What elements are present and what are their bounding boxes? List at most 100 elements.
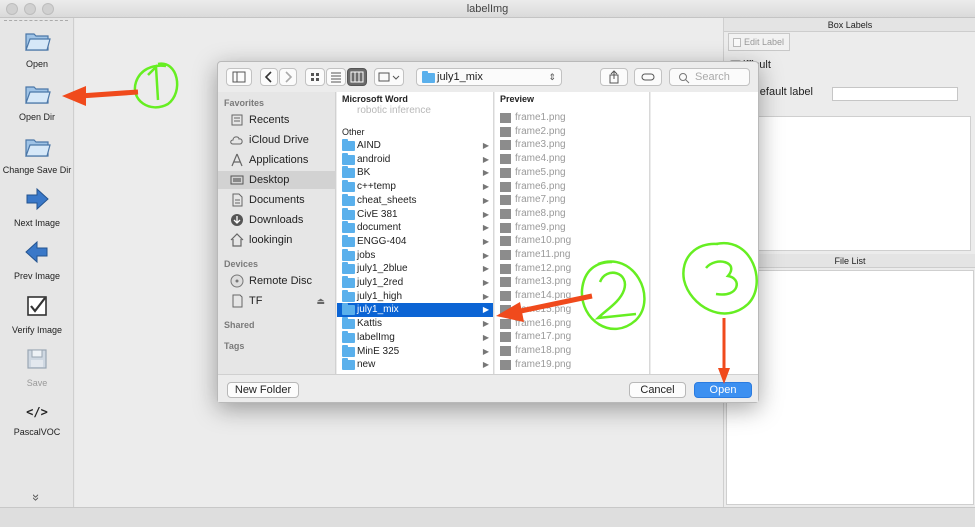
folder-row[interactable]: cheat_sheets ▶: [337, 193, 493, 208]
folder-column[interactable]: Microsoft Word robotic inference Other A…: [337, 92, 494, 374]
folder-row[interactable]: july1_2blue ▶: [337, 262, 493, 276]
files-column[interactable]: Preview frame1.png frame2.png frame3.png fr…: [495, 92, 650, 374]
file-row[interactable]: frame12.png: [495, 262, 571, 276]
folder-row[interactable]: android ▶: [337, 152, 493, 167]
folder-row[interactable]: CivE 381 ▶: [337, 207, 493, 222]
file-row[interactable]: frame19.png: [495, 358, 571, 372]
save-button[interactable]: Save: [0, 345, 74, 388]
icon-view-button[interactable]: [305, 68, 325, 86]
tag-button[interactable]: [634, 68, 662, 86]
file-row[interactable]: frame2.png: [495, 125, 566, 139]
folder-icon: [342, 262, 355, 275]
columns-icon: [350, 71, 364, 83]
pascalvoc-button[interactable]: </> PascalVOC: [0, 402, 74, 437]
share-button[interactable]: [600, 68, 628, 86]
folder-row[interactable]: ENGG-404 ▶: [337, 234, 493, 249]
open-button-dialog[interactable]: Open: [694, 382, 752, 398]
folder-row[interactable]: july1_high ▶: [337, 289, 493, 304]
file-row[interactable]: frame5.png: [495, 166, 566, 180]
folder-row[interactable]: new ▶: [337, 358, 493, 372]
folder-row[interactable]: AIND ▶: [337, 139, 493, 153]
chevron-double-down-icon: »: [29, 493, 45, 502]
close-window-button[interactable]: [6, 3, 18, 15]
file-row[interactable]: frame15.png: [495, 303, 571, 317]
folder-icon: [342, 139, 355, 151]
folder-icon: [342, 358, 355, 371]
toolbar-more-button[interactable]: »: [0, 490, 74, 505]
file-row[interactable]: frame17.png: [495, 330, 571, 344]
open-dir-button[interactable]: Open Dir: [0, 79, 74, 122]
next-image-button[interactable]: Next Image: [0, 185, 74, 228]
search-field[interactable]: Search: [669, 68, 750, 86]
faded-item-label: robotic inference: [357, 105, 431, 116]
folder-row[interactable]: document ▶: [337, 221, 493, 235]
file-row[interactable]: frame3.png: [495, 138, 566, 152]
file-row-label: frame9.png: [515, 221, 566, 233]
cancel-button[interactable]: Cancel: [629, 382, 686, 398]
folder-row[interactable]: july1_2red ▶: [337, 276, 493, 290]
edit-label-button[interactable]: Edit Label: [728, 33, 790, 51]
folder-row[interactable]: MinE 325 ▶: [337, 344, 493, 359]
folder-row[interactable]: labelImg ▶: [337, 330, 493, 345]
file-row[interactable]: frame10.png: [495, 234, 571, 248]
folder-row[interactable]: Kattis ▶: [337, 317, 493, 331]
folder-icon: [342, 289, 355, 302]
code-tag-icon: </>: [26, 405, 48, 419]
file-row[interactable]: frame9.png: [495, 221, 566, 235]
empty-column[interactable]: [651, 92, 758, 374]
chevron-right-icon: ▶: [482, 264, 489, 274]
chevron-right-icon: ▶: [482, 223, 489, 233]
file-row[interactable]: frame6.png: [495, 180, 566, 194]
sidebar-item-documents[interactable]: Documents: [218, 191, 335, 209]
file-row[interactable]: frame8.png: [495, 207, 566, 221]
list-item-faded[interactable]: robotic inference: [337, 104, 431, 118]
list-view-button[interactable]: [326, 68, 346, 86]
preview-heading: Preview: [500, 94, 535, 104]
sidebar-toggle-button[interactable]: [226, 68, 252, 86]
toolbar-handle[interactable]: [4, 20, 68, 21]
folder-row[interactable]: c++temp ▶: [337, 180, 493, 194]
file-row[interactable]: frame4.png: [495, 152, 566, 166]
folder-row[interactable]: july1_mix ▶: [337, 303, 493, 318]
document-icon: [232, 193, 243, 207]
file-row[interactable]: frame16.png: [495, 317, 571, 331]
sidebar-item-applications[interactable]: Applications: [218, 151, 335, 169]
minimize-window-button[interactable]: [24, 3, 36, 15]
file-list[interactable]: [726, 270, 974, 505]
prev-image-button[interactable]: Prev Image: [0, 238, 74, 281]
search-icon: [679, 73, 690, 84]
gallery-view-button[interactable]: [374, 68, 404, 86]
default-label-input[interactable]: [832, 87, 958, 101]
image-file-icon: [500, 345, 511, 356]
back-button[interactable]: [260, 68, 278, 86]
sidebar-item-downloads[interactable]: Downloads: [218, 211, 335, 229]
sidebar-item-label: Recents: [249, 114, 290, 126]
file-row[interactable]: frame14.png: [495, 289, 571, 303]
sidebar-item-home[interactable]: lookingin: [218, 231, 335, 249]
file-row[interactable]: frame13.png: [495, 275, 571, 289]
open-button[interactable]: Open: [0, 26, 74, 69]
folder-row-label: document: [357, 222, 401, 234]
file-row[interactable]: frame1.png: [495, 111, 566, 125]
zoom-window-button[interactable]: [42, 3, 54, 15]
folder-row[interactable]: jobs ▶: [337, 248, 493, 263]
eject-icon[interactable]: ⏏: [316, 292, 325, 310]
path-popup-button[interactable]: july1_mix ⇕: [416, 68, 562, 86]
sidebar-item-icloud[interactable]: iCloud Drive: [218, 131, 335, 149]
label-list[interactable]: [726, 116, 971, 251]
file-row[interactable]: frame18.png: [495, 344, 571, 358]
sidebar-item-recents[interactable]: Recents: [218, 111, 335, 129]
new-folder-button[interactable]: New Folder: [227, 382, 299, 398]
change-save-dir-button[interactable]: Change Save Dir: [0, 132, 74, 175]
image-file-icon: [500, 208, 511, 219]
file-row[interactable]: frame7.png: [495, 193, 566, 207]
verify-image-button[interactable]: Verify Image: [0, 292, 74, 335]
forward-button[interactable]: [279, 68, 297, 86]
column-view-button[interactable]: [347, 68, 367, 86]
sidebar-item-tf[interactable]: TF ⏏: [218, 292, 335, 310]
sidebar-item-remote-disc[interactable]: Remote Disc: [218, 272, 335, 290]
file-row[interactable]: frame11.png: [495, 248, 570, 262]
folder-row[interactable]: BK ▶: [337, 166, 493, 180]
sidebar-item-desktop[interactable]: Desktop: [218, 171, 335, 189]
chevron-right-icon: ▶: [482, 346, 489, 356]
